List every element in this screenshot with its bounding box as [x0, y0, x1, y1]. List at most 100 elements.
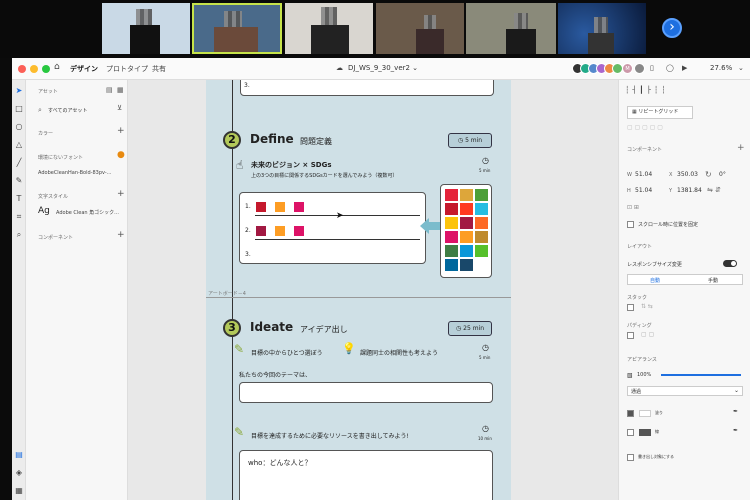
responsive-toggle[interactable]	[723, 260, 737, 267]
char-style-sample[interactable]: Ag	[38, 206, 50, 216]
participant-tile[interactable]	[376, 3, 464, 54]
participant-tile[interactable]	[102, 3, 190, 54]
height-field[interactable]: 51.04	[635, 187, 652, 194]
add-component-button[interactable]: +	[117, 230, 125, 240]
opacity-field[interactable]: 100%	[637, 372, 651, 378]
ellipse-icon[interactable]: ○	[14, 122, 24, 132]
sdg-card[interactable]	[275, 226, 285, 236]
sdg-card[interactable]	[445, 231, 458, 243]
sdg-card[interactable]	[460, 203, 473, 215]
tab-design[interactable]: デザイン	[70, 64, 98, 74]
sdg-cards-palette[interactable]	[440, 184, 492, 278]
home-icon[interactable]: ⌂	[54, 62, 60, 72]
opacity-slider[interactable]	[661, 374, 741, 376]
zoom-level[interactable]: 27.6%	[710, 64, 732, 72]
filter-icon[interactable]: ⊻	[117, 104, 122, 112]
fix-scroll-checkbox[interactable]	[627, 221, 634, 228]
sdg-card[interactable]	[445, 259, 458, 271]
next-page-arrow-icon[interactable]: ›	[662, 18, 682, 38]
tab-share[interactable]: 共有	[152, 64, 166, 74]
rotate-icon[interactable]: ↻	[705, 170, 712, 179]
pen-icon[interactable]: ✎	[14, 176, 24, 186]
sdg-card[interactable]	[460, 189, 473, 201]
group-icons[interactable]: ▢ ▢ ▢ ▢ ▢	[627, 124, 663, 131]
add-char-style-button[interactable]: +	[117, 189, 125, 199]
padding-checkbox[interactable]	[627, 332, 634, 339]
sdg-card[interactable]	[256, 226, 266, 236]
sdg-card[interactable]	[294, 202, 304, 212]
auto-option[interactable]: 自動	[650, 277, 660, 284]
fill-swatch[interactable]	[639, 410, 651, 417]
document-assets-icon[interactable]: ▤	[14, 450, 24, 460]
stack-icons[interactable]: ⇅ ⇆	[641, 303, 653, 310]
artboard[interactable]: 3. 2 Define 問題定義 ◷ 5 min ☝ 未来のビジョン × SDG…	[206, 80, 511, 500]
sdg-card[interactable]	[275, 202, 285, 212]
maximize-window-button[interactable]	[42, 65, 50, 73]
participant-tile[interactable]	[466, 3, 556, 54]
fill-checkbox[interactable]	[627, 410, 634, 417]
sdg-card[interactable]	[475, 217, 488, 229]
sdg-selection-box[interactable]: 1. 2. 3. ➤	[239, 192, 426, 264]
auto-manual-segment[interactable]: 自動 手動	[627, 274, 743, 285]
minimize-window-button[interactable]	[30, 65, 38, 73]
list-view-icon[interactable]: ▦	[117, 86, 124, 94]
close-window-button[interactable]	[18, 65, 26, 73]
participant-tile[interactable]	[558, 3, 646, 54]
add-component-button[interactable]: +	[737, 143, 745, 153]
sdg-card[interactable]	[460, 217, 473, 229]
avatar[interactable]: M	[622, 63, 633, 74]
layers-icon[interactable]: ◈	[14, 468, 24, 478]
participant-tile[interactable]	[192, 3, 282, 54]
sdg-card[interactable]	[445, 189, 458, 201]
grid-view-icon[interactable]: ▤	[106, 86, 113, 94]
padding-icons[interactable]: ▢ ▢	[641, 331, 654, 338]
mobile-preview-icon[interactable]: ▯	[650, 64, 654, 72]
sdg-card[interactable]	[475, 203, 488, 215]
sdg-card[interactable]	[475, 231, 488, 243]
manual-option[interactable]: 手動	[708, 277, 718, 284]
resources-box[interactable]: who：どんな人と？	[239, 450, 493, 500]
rectangle-icon[interactable]: □	[14, 104, 24, 114]
char-style-name[interactable]: Adobe Clean 角ゴシック...	[56, 209, 119, 216]
text-icon[interactable]: T	[14, 194, 24, 204]
tab-prototype[interactable]: プロトタイプ	[106, 64, 148, 74]
sdg-card[interactable]	[445, 203, 458, 215]
all-assets-dropdown[interactable]: すべてのアセット	[48, 107, 87, 114]
y-field[interactable]: 1381.84	[677, 187, 702, 194]
user-icon[interactable]: ◯	[666, 64, 674, 72]
border-swatch[interactable]	[639, 429, 651, 436]
sdg-card[interactable]	[475, 245, 488, 257]
plugins-icon[interactable]: ▦	[14, 486, 24, 496]
sdg-card[interactable]	[294, 226, 304, 236]
repeat-grid-button[interactable]: ▦ リピートグリッド	[627, 106, 693, 119]
blend-mode-dropdown[interactable]: 通過 ⌄	[627, 386, 743, 396]
missing-font-name[interactable]: AdobeCleanHan-Bold-83pv-...	[38, 170, 111, 176]
sdg-card[interactable]	[475, 189, 488, 201]
polygon-icon[interactable]: △	[14, 140, 24, 150]
add-color-button[interactable]: +	[117, 126, 125, 136]
sdg-card[interactable]	[460, 231, 473, 243]
participant-tile[interactable]	[285, 3, 373, 54]
sdg-card[interactable]	[445, 245, 458, 257]
eyedropper-icon[interactable]: ✒	[733, 408, 738, 415]
eyedropper-icon[interactable]: ✒	[733, 427, 738, 434]
document-title[interactable]: DJ_WS_9_30_ver2 ⌄	[348, 64, 418, 72]
zoom-icon[interactable]: ⌕	[14, 230, 24, 240]
chevron-down-icon[interactable]: ⌄	[738, 64, 744, 72]
avatar[interactable]	[634, 63, 645, 74]
lock-ratio-icons[interactable]: ⊡ ⊞	[627, 204, 639, 211]
design-canvas[interactable]: 3. 2 Define 問題定義 ◷ 5 min ☝ 未来のビジョン × SDG…	[128, 80, 618, 500]
rotation-field[interactable]: 0°	[719, 171, 726, 178]
line-icon[interactable]: ╱	[14, 158, 24, 168]
flip-icon[interactable]: ⇋ ⇵	[707, 186, 721, 194]
select-arrow-icon[interactable]: ➤	[14, 86, 24, 96]
sdg-card[interactable]	[256, 202, 266, 212]
artboard-icon[interactable]: ⌗	[14, 212, 24, 222]
x-field[interactable]: 350.03	[677, 171, 698, 178]
theme-input-box[interactable]	[239, 382, 493, 403]
play-preview-icon[interactable]: ▶	[682, 64, 687, 72]
sdg-card[interactable]	[460, 245, 473, 257]
stack-checkbox[interactable]	[627, 304, 634, 311]
sdg-card[interactable]	[460, 259, 473, 271]
border-checkbox[interactable]	[627, 429, 634, 436]
